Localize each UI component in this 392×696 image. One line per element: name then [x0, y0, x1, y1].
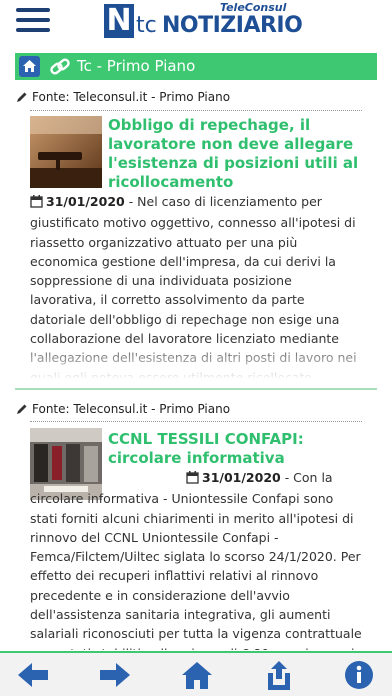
divider: [30, 110, 362, 111]
info-icon[interactable]: [342, 659, 376, 691]
article-separator: [15, 388, 377, 390]
text-fade: [30, 340, 362, 380]
section-title-bar: Tc - Primo Piano: [15, 53, 377, 80]
article-source-text: Fonte: Teleconsul.it - Primo Piano: [32, 90, 231, 104]
logo-tc: tc: [136, 13, 157, 38]
logo-brand: TeleConsul: [220, 1, 287, 14]
arrow-right-icon[interactable]: [98, 659, 132, 691]
calendar-icon: [30, 194, 43, 213]
bottom-toolbar: [0, 651, 392, 696]
chain-link-icon: [49, 56, 71, 82]
article-headline[interactable]: CCNL TESSILI CONFAPI: circolare informat…: [108, 430, 363, 468]
article-date: 31/01/2020: [46, 194, 125, 209]
app-logo: N tc NOTIZIARIO TeleConsul: [104, 1, 303, 40]
logo-word: NOTIZIARIO: [162, 13, 303, 38]
pencil-icon: [16, 403, 28, 419]
home-icon[interactable]: [19, 56, 40, 77]
logo-n: N: [104, 4, 134, 38]
article-date: 31/01/2020: [202, 470, 281, 485]
pencil-icon: [16, 91, 28, 107]
section-title: Tc - Primo Piano: [77, 57, 196, 75]
article-headline[interactable]: Obbligo di repechage, il lavoratore non …: [108, 116, 363, 192]
article-source: Fonte: Teleconsul.it - Primo Piano: [16, 401, 230, 419]
article-source: Fonte: Teleconsul.it - Primo Piano: [16, 89, 230, 107]
share-icon[interactable]: [262, 659, 296, 691]
article-thumbnail-gavel[interactable]: [30, 116, 102, 188]
article-source-text: Fonte: Teleconsul.it - Primo Piano: [32, 402, 231, 416]
calendar-icon: [108, 470, 199, 489]
home-icon[interactable]: [180, 659, 214, 691]
article-body-text: - Con la circolare informativa - Unionte…: [30, 470, 362, 650]
hamburger-icon[interactable]: [16, 8, 50, 34]
divider: [30, 421, 362, 422]
arrow-left-icon[interactable]: [16, 659, 50, 691]
article-body: 31/01/2020 - Con la circolare informativ…: [30, 468, 362, 650]
app-header: N tc NOTIZIARIO TeleConsul: [0, 0, 392, 44]
